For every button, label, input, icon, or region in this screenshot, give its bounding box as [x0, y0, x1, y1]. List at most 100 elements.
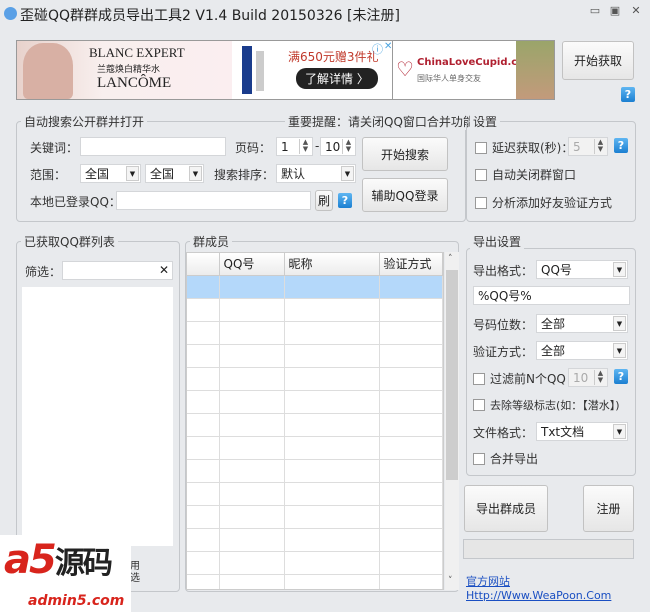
- analyze-checkbox[interactable]: 分析添加好友验证方式: [475, 194, 612, 211]
- table-cell[interactable]: [284, 436, 380, 460]
- table-cell[interactable]: [284, 482, 380, 506]
- minimize-button[interactable]: ▭: [588, 4, 602, 18]
- merge-checkbox[interactable]: 合并导出: [473, 450, 538, 467]
- table-row[interactable]: [187, 551, 443, 575]
- table-cell[interactable]: [219, 528, 285, 552]
- chevron-down-icon[interactable]: ▼: [189, 166, 202, 181]
- scroll-down-icon[interactable]: ˅: [448, 576, 453, 586]
- keyword-input[interactable]: [80, 137, 226, 156]
- table-cell[interactable]: [219, 275, 285, 299]
- table-row[interactable]: [187, 436, 443, 460]
- chevron-down-icon[interactable]: ▼: [613, 262, 626, 277]
- spin-arrows-icon[interactable]: ▲ ▼: [342, 139, 354, 154]
- table-cell[interactable]: [379, 528, 443, 552]
- table-cell[interactable]: [219, 344, 285, 368]
- table-cell[interactable]: [219, 505, 285, 529]
- table-cell[interactable]: [187, 321, 220, 345]
- digits-select[interactable]: 全部 ▼: [536, 314, 628, 333]
- ad-lancome[interactable]: BLANC EXPERT 兰蔻焕白精华水 LANCÔME: [16, 40, 233, 100]
- spin-arrows-icon[interactable]: ▲ ▼: [594, 370, 606, 385]
- table-cell[interactable]: [219, 574, 285, 589]
- spin-arrows-icon[interactable]: ▲ ▼: [594, 139, 606, 154]
- chevron-down-icon[interactable]: ▼: [613, 316, 626, 331]
- help-icon[interactable]: ?: [614, 138, 628, 153]
- table-cell[interactable]: [219, 436, 285, 460]
- checkbox-icon[interactable]: [475, 197, 487, 209]
- table-cell[interactable]: [284, 574, 380, 589]
- remove-level-checkbox[interactable]: 去除等级标志(如：【潜水】): [473, 397, 620, 413]
- table-cell[interactable]: [187, 390, 220, 414]
- local-qq-input[interactable]: [116, 191, 311, 210]
- table-cell[interactable]: [379, 459, 443, 483]
- filter-n-checkbox[interactable]: 过滤前N个QQ：: [473, 370, 578, 387]
- table-cell[interactable]: [187, 459, 220, 483]
- clear-icon[interactable]: ✕: [159, 262, 169, 278]
- table-cell[interactable]: [284, 551, 380, 575]
- table-cell[interactable]: [284, 367, 380, 391]
- help-icon[interactable]: ?: [338, 193, 352, 208]
- export-members-button[interactable]: 导出群成员: [464, 485, 548, 532]
- table-cell[interactable]: [284, 344, 380, 368]
- members-table[interactable]: QQ号 昵称 验证方式: [186, 252, 444, 590]
- sort-select[interactable]: 默认 ▼: [276, 164, 356, 183]
- table-cell[interactable]: [379, 436, 443, 460]
- column-header-verify[interactable]: 验证方式: [379, 253, 443, 276]
- table-row[interactable]: [187, 413, 443, 437]
- table-row[interactable]: [187, 482, 443, 506]
- chevron-down-icon[interactable]: ▼: [613, 424, 626, 439]
- table-cell[interactable]: [219, 459, 285, 483]
- ad-details-button[interactable]: 了解详情 〉: [296, 68, 378, 89]
- scrollbar-thumb[interactable]: [446, 270, 458, 480]
- scrollbar[interactable]: ˄ ˅: [445, 252, 459, 590]
- table-cell[interactable]: [379, 551, 443, 575]
- table-cell[interactable]: [379, 413, 443, 437]
- ad-info-icon[interactable]: ⓘ: [372, 41, 383, 57]
- checkbox-icon[interactable]: [475, 142, 487, 154]
- table-cell[interactable]: [379, 367, 443, 391]
- table-cell[interactable]: [284, 459, 380, 483]
- table-cell[interactable]: [187, 574, 220, 589]
- table-cell[interactable]: [219, 551, 285, 575]
- range-province-select[interactable]: 全国 ▼: [80, 164, 141, 183]
- table-row[interactable]: [187, 298, 443, 322]
- column-header-qq[interactable]: QQ号: [219, 253, 285, 276]
- register-button[interactable]: 注册: [583, 485, 634, 532]
- close-button[interactable]: ✕: [629, 4, 643, 18]
- ad-cupid[interactable]: ♡ ChinaLoveCupid.com 国际华人单身交友: [392, 40, 555, 100]
- table-cell[interactable]: [284, 390, 380, 414]
- table-cell[interactable]: [187, 551, 220, 575]
- filter-input[interactable]: ✕: [62, 261, 173, 280]
- table-cell[interactable]: [187, 482, 220, 506]
- table-row[interactable]: [187, 574, 443, 589]
- table-cell[interactable]: [284, 298, 380, 322]
- official-site-link[interactable]: 官方网站 Http://Www.WeaPoon.Com: [466, 573, 650, 602]
- help-icon[interactable]: ?: [621, 87, 635, 102]
- assist-login-button[interactable]: 辅助QQ登录: [362, 178, 448, 212]
- filter-n-spinner[interactable]: 10 ▲ ▼: [568, 368, 608, 387]
- table-cell[interactable]: [379, 482, 443, 506]
- table-row[interactable]: [187, 459, 443, 483]
- table-cell[interactable]: [284, 528, 380, 552]
- spin-arrows-icon[interactable]: ▲ ▼: [299, 139, 311, 154]
- table-cell[interactable]: [187, 298, 220, 322]
- table-cell[interactable]: [379, 344, 443, 368]
- table-cell[interactable]: [219, 390, 285, 414]
- table-cell[interactable]: [379, 298, 443, 322]
- table-cell[interactable]: [379, 505, 443, 529]
- table-cell[interactable]: [187, 413, 220, 437]
- table-row[interactable]: [187, 528, 443, 552]
- table-cell[interactable]: [284, 505, 380, 529]
- delay-spinner[interactable]: 5 ▲ ▼: [568, 137, 608, 156]
- help-icon[interactable]: ?: [614, 369, 628, 384]
- table-cell[interactable]: [219, 298, 285, 322]
- column-header-index[interactable]: [187, 253, 220, 276]
- table-row[interactable]: [187, 367, 443, 391]
- chevron-down-icon[interactable]: ▼: [613, 343, 626, 358]
- table-cell[interactable]: [187, 367, 220, 391]
- table-cell[interactable]: [379, 390, 443, 414]
- table-cell[interactable]: [187, 344, 220, 368]
- table-cell[interactable]: [219, 413, 285, 437]
- table-row[interactable]: [187, 344, 443, 368]
- maximize-button[interactable]: ▣: [608, 4, 622, 18]
- column-header-nickname[interactable]: 昵称: [284, 253, 380, 276]
